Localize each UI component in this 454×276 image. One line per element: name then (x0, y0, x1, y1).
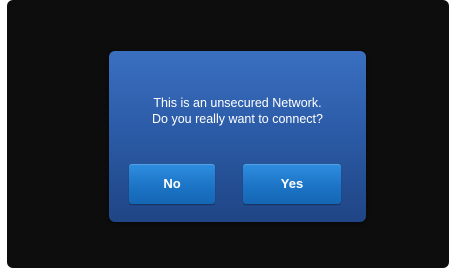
device-screen: This is an unsecured Network. Do you rea… (7, 0, 449, 268)
yes-button[interactable]: Yes (243, 164, 341, 204)
dialog-message-line-1: This is an unsecured Network. (153, 96, 322, 110)
dialog-message-line-2: Do you really want to connect? (152, 112, 323, 126)
unsecured-network-dialog: This is an unsecured Network. Do you rea… (109, 51, 366, 222)
dialog-message: This is an unsecured Network. Do you rea… (109, 95, 366, 127)
no-button[interactable]: No (129, 164, 215, 204)
